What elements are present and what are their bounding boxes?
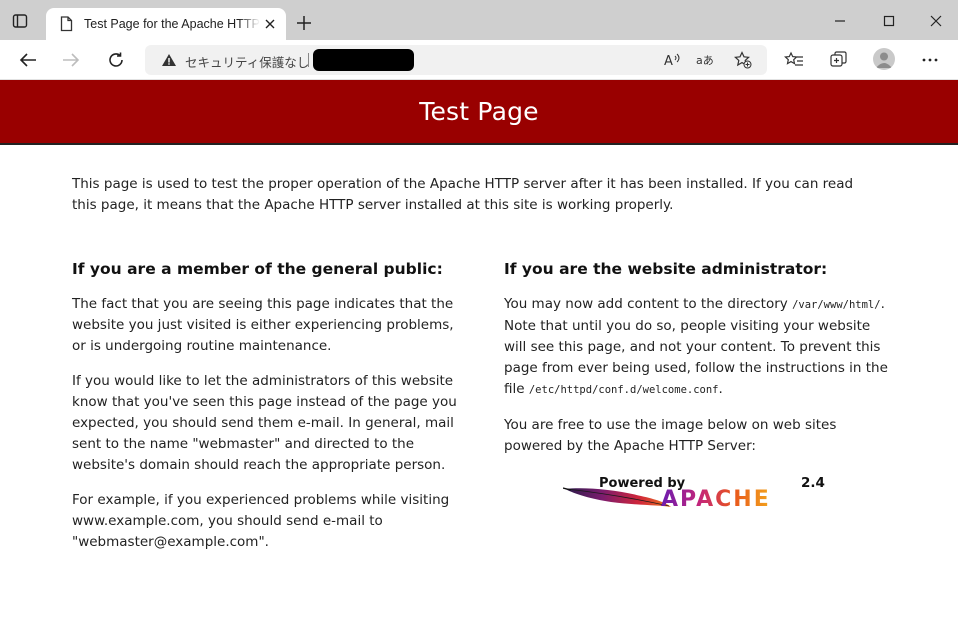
admin-text-c: .	[718, 381, 723, 397]
public-paragraph-1: The fact that you are seeing this page i…	[72, 296, 454, 354]
tab-strip: Test Page for the Apache HTTP Server	[0, 0, 958, 40]
favorites-icon[interactable]	[783, 49, 805, 71]
public-paragraph-2: If you would like to let the administrat…	[72, 373, 457, 473]
refresh-icon[interactable]	[105, 49, 127, 71]
address-separator	[308, 53, 309, 67]
admin-text-a: You may now add content to the directory	[504, 296, 793, 312]
read-aloud-icon[interactable]: A	[662, 50, 682, 70]
more-menu-icon[interactable]	[919, 49, 941, 71]
tab-actions-icon[interactable]	[9, 10, 31, 32]
content-directory-path: /var/www/html/	[792, 299, 881, 311]
page-title: Test Page	[419, 97, 539, 126]
active-tab[interactable]: Test Page for the Apache HTTP Server	[46, 8, 286, 40]
url-redacted[interactable]	[313, 49, 414, 71]
apache-version: 2.4	[801, 475, 825, 491]
minimize-icon[interactable]	[829, 10, 851, 32]
add-favorite-star-icon[interactable]	[733, 50, 753, 70]
powered-by-apache-badge: Powered by 2.4 APACHE	[563, 475, 828, 515]
forward-arrow-icon[interactable]	[60, 49, 82, 71]
maximize-icon[interactable]	[878, 10, 900, 32]
admin-section: If you are the website administrator: Yo…	[504, 258, 894, 471]
browser-toolbar: セキュリティ保護なし A aあ	[0, 40, 958, 80]
header-banner: Test Page	[0, 80, 958, 145]
tab-close-icon[interactable]	[262, 16, 278, 32]
public-heading: If you are a member of the general publi…	[72, 260, 443, 278]
close-window-icon[interactable]	[925, 10, 947, 32]
address-bar[interactable]: セキュリティ保護なし A aあ	[145, 45, 767, 75]
public-paragraph-3: For example, if you experienced problems…	[72, 492, 450, 550]
admin-heading: If you are the website administrator:	[504, 260, 828, 278]
profile-avatar-icon[interactable]	[873, 48, 895, 70]
page-content: Test Page This page is used to test the …	[0, 80, 958, 629]
security-label[interactable]: セキュリティ保護なし	[185, 52, 309, 71]
svg-text:A: A	[664, 54, 673, 68]
new-tab-icon[interactable]	[294, 13, 314, 33]
tab-title: Test Page for the Apache HTTP Server	[84, 17, 260, 31]
intro-paragraph: This page is used to test the proper ope…	[72, 176, 854, 213]
public-section: If you are a member of the general publi…	[72, 258, 462, 567]
warning-icon[interactable]	[161, 53, 177, 67]
page-icon	[60, 16, 74, 32]
welcome-conf-path: /etc/httpd/conf.d/welcome.conf	[528, 384, 719, 396]
apache-wordmark: APACHE	[661, 487, 771, 512]
admin-paragraph-2: You are free to use the image below on w…	[504, 417, 837, 454]
back-arrow-icon[interactable]	[17, 49, 39, 71]
admin-paragraph-1: You may now add content to the directory…	[504, 294, 894, 401]
translate-icon[interactable]: aあ	[696, 50, 716, 70]
collections-icon[interactable]	[828, 49, 850, 71]
svg-text:aあ: aあ	[696, 54, 714, 67]
